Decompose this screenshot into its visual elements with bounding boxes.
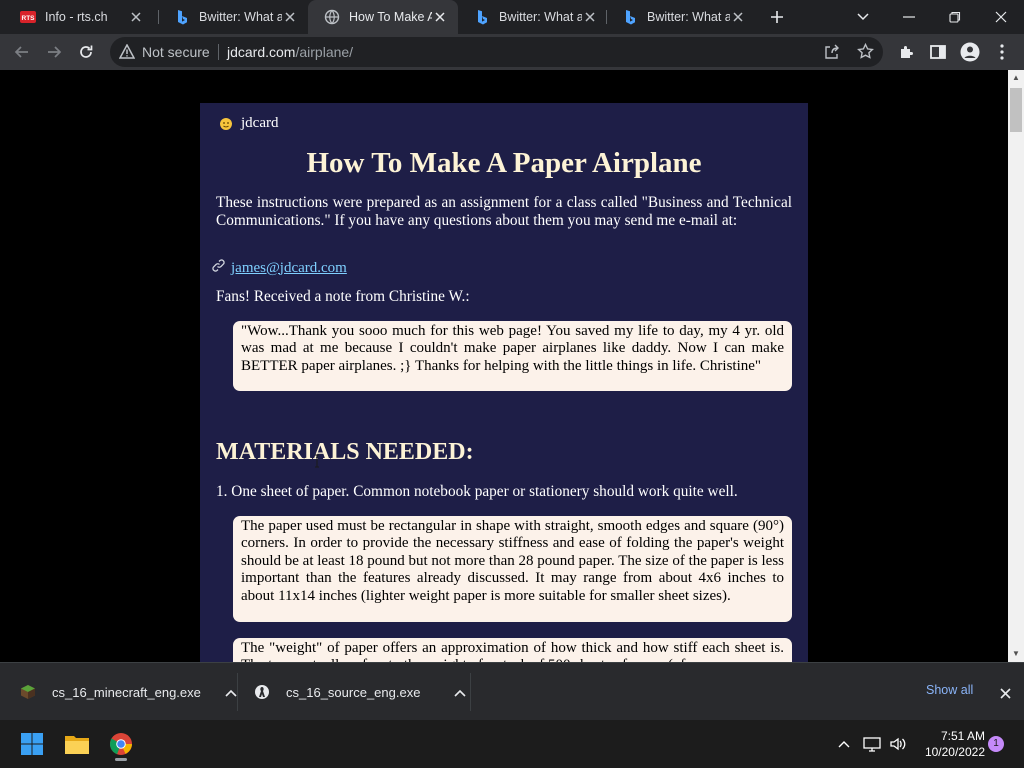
tab-close-icon[interactable] xyxy=(432,9,448,25)
minimize-icon[interactable] xyxy=(886,0,932,34)
forward-icon[interactable] xyxy=(40,38,68,66)
tab-close-icon[interactable] xyxy=(730,9,746,25)
restore-icon[interactable] xyxy=(932,0,978,34)
download-shelf: cs_16_minecraft_eng.exe cs_16_source_eng… xyxy=(0,662,1024,720)
materials-heading: MATERIALS NEEDED: xyxy=(216,439,474,465)
download-filename: cs_16_source_eng.exe xyxy=(286,684,421,700)
close-icon[interactable] xyxy=(978,0,1024,34)
tab-search-icon[interactable] xyxy=(840,0,886,34)
download-separator xyxy=(470,673,471,711)
email-row: james@jdcard.com xyxy=(211,258,347,278)
rts-icon: RTS xyxy=(20,9,36,25)
url-text[interactable]: jdcard.com/airplane/ xyxy=(227,44,353,60)
windows-taskbar: 7:51 AM 10/20/2022 1 xyxy=(0,720,1024,768)
intro-paragraph: These instructions were prepared as an a… xyxy=(216,194,792,229)
start-icon[interactable] xyxy=(16,728,48,760)
tab-title: How To Make A P xyxy=(349,10,432,24)
svg-text:RTS: RTS xyxy=(22,15,36,22)
security-label[interactable]: Not secure xyxy=(142,44,210,60)
tab-strip: RTS Info - rts.ch Bwitter: What are How … xyxy=(0,0,1024,34)
extensions-icon[interactable] xyxy=(892,38,920,66)
site-brand[interactable]: jdcard xyxy=(219,115,278,132)
warning-icon[interactable] xyxy=(118,43,136,64)
volume-icon[interactable] xyxy=(884,728,912,760)
profile-icon[interactable] xyxy=(956,38,984,66)
system-clock[interactable]: 7:51 AM 10/20/2022 xyxy=(913,728,985,760)
tab-bwitter-2[interactable]: Bwitter: What are xyxy=(458,0,608,34)
page-viewport: jdcard How To Make A Paper Airplane Thes… xyxy=(0,70,1008,662)
tab-title: Info - rts.ch xyxy=(45,10,108,24)
tab-airplane-active[interactable]: How To Make A P xyxy=(308,0,458,34)
reload-icon[interactable] xyxy=(72,38,100,66)
brand-name: jdcard xyxy=(241,115,279,131)
notification-badge[interactable]: 1 xyxy=(988,736,1004,752)
globe-icon xyxy=(324,9,340,25)
clock-date: 10/20/2022 xyxy=(924,745,985,759)
counter-strike-file-icon xyxy=(254,684,270,700)
bing-icon xyxy=(174,9,190,25)
bing-icon xyxy=(474,9,490,25)
download-filename: cs_16_minecraft_eng.exe xyxy=(52,684,201,700)
browser-toolbar: Not secure jdcard.com/airplane/ xyxy=(0,34,1024,70)
tab-close-icon[interactable] xyxy=(128,9,144,25)
chevron-up-tray-icon[interactable] xyxy=(829,728,859,760)
weight-note-box: The "weight" of paper offers an approxim… xyxy=(233,638,792,662)
chevron-up-icon[interactable] xyxy=(454,685,467,700)
active-app-indicator xyxy=(115,758,127,761)
side-panel-icon[interactable] xyxy=(924,38,952,66)
vertical-scrollbar[interactable]: ▲ ▼ xyxy=(1008,70,1024,662)
fans-note: Fans! Received a note from Christine W.: xyxy=(216,288,470,305)
clock-time: 7:51 AM xyxy=(940,729,985,743)
download-item[interactable]: cs_16_source_eng.exe xyxy=(254,663,467,721)
share-icon[interactable] xyxy=(824,44,840,65)
close-shelf-icon[interactable] xyxy=(1000,686,1011,704)
tab-close-icon[interactable] xyxy=(582,9,598,25)
plus-icon[interactable] xyxy=(760,0,794,34)
address-bar[interactable]: Not secure jdcard.com/airplane/ xyxy=(110,37,883,67)
tab-bwitter-3[interactable]: Bwitter: What are xyxy=(606,0,756,34)
scroll-up-icon[interactable]: ▲ xyxy=(1012,74,1020,82)
scrollbar-thumb[interactable] xyxy=(1010,88,1022,132)
paper-note-box: The paper used must be rectangular in sh… xyxy=(233,516,792,622)
url-domain: jdcard.com xyxy=(227,44,296,60)
testimonial-quote: "Wow...Thank you sooo much for this web … xyxy=(233,321,792,391)
page-title: How To Make A Paper Airplane xyxy=(306,147,702,179)
download-item[interactable]: cs_16_minecraft_eng.exe xyxy=(20,663,237,721)
bing-icon xyxy=(622,9,638,25)
omnibox-divider xyxy=(218,44,219,60)
chrome-icon[interactable] xyxy=(105,728,137,761)
tab-title: Bwitter: What are xyxy=(499,10,582,24)
minecraft-file-icon xyxy=(20,684,36,700)
tab-close-icon[interactable] xyxy=(282,9,298,25)
chevron-up-icon[interactable] xyxy=(225,685,237,700)
show-all-button[interactable]: Show all xyxy=(926,683,973,697)
tab-bwitter-1[interactable]: Bwitter: What are xyxy=(158,0,308,34)
text-cursor-icon xyxy=(314,454,320,473)
url-path: /airplane/ xyxy=(295,44,354,60)
tab-rts[interactable]: RTS Info - rts.ch xyxy=(4,0,154,34)
article-panel: jdcard How To Make A Paper Airplane Thes… xyxy=(200,103,808,662)
link-icon xyxy=(211,258,226,278)
smiley-logo-icon xyxy=(219,117,233,131)
tab-title: Bwitter: What are xyxy=(647,10,730,24)
back-icon[interactable] xyxy=(8,38,36,66)
material-item-1: 1. One sheet of paper. Common notebook p… xyxy=(216,483,738,500)
network-icon[interactable] xyxy=(858,728,886,760)
star-icon[interactable] xyxy=(857,42,874,65)
download-separator xyxy=(237,673,238,711)
tab-title: Bwitter: What are xyxy=(199,10,282,24)
file-explorer-icon[interactable] xyxy=(61,728,93,760)
menu-icon[interactable] xyxy=(988,38,1016,66)
email-link[interactable]: james@jdcard.com xyxy=(231,260,347,277)
scroll-down-icon[interactable]: ▼ xyxy=(1012,650,1020,658)
